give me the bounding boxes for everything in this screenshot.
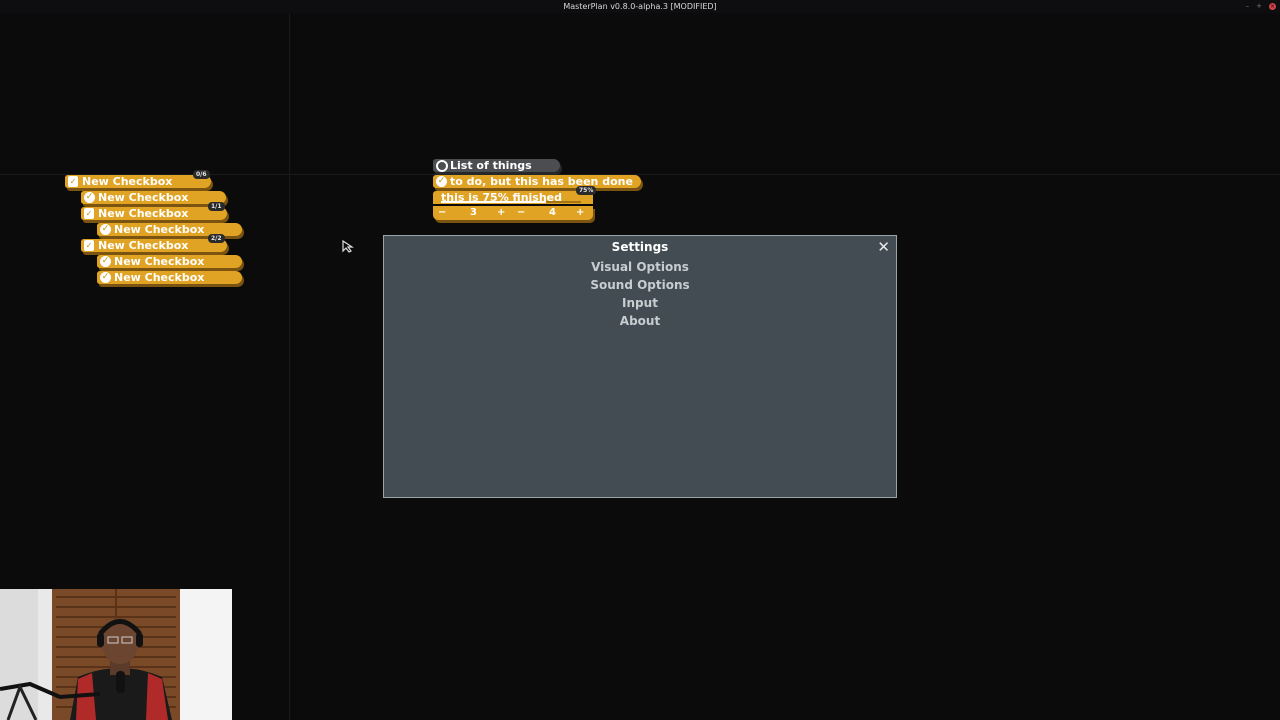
checkmark-icon[interactable]: ✓ bbox=[436, 176, 447, 187]
done-checkbox-card[interactable]: ✓ to do, but this has been done bbox=[433, 175, 641, 188]
progress-percent-badge: 75% bbox=[576, 186, 597, 195]
progress-counter-row: − 3 + − 4 + bbox=[433, 206, 593, 220]
settings-menu-sound-options[interactable]: Sound Options bbox=[384, 276, 896, 294]
decrement-current-button[interactable]: − bbox=[438, 206, 446, 220]
webcam-image bbox=[0, 589, 232, 720]
subtask-count-badge: 1/1 bbox=[208, 202, 225, 211]
maximize-button[interactable]: + bbox=[1256, 0, 1262, 13]
max-value[interactable]: 4 bbox=[549, 206, 556, 220]
increment-current-button[interactable]: + bbox=[497, 206, 505, 220]
close-window-button[interactable]: × bbox=[1269, 3, 1276, 10]
decrement-max-button[interactable]: − bbox=[517, 206, 525, 220]
progress-bar bbox=[441, 201, 581, 203]
progress-card[interactable]: this is 75% finished 75% bbox=[433, 186, 597, 204]
subtask-count-badge: 0/6 bbox=[193, 170, 210, 179]
checkbox-label: New Checkbox bbox=[114, 255, 205, 268]
settings-menu-input[interactable]: Input bbox=[384, 294, 896, 312]
checkbox-card[interactable]: ✓ New Checkbox 0/6 bbox=[65, 170, 211, 188]
canvas-grid-vertical-line bbox=[289, 13, 290, 720]
checkbox-card[interactable]: ✓ New Checkbox 1/1 bbox=[81, 202, 227, 220]
close-icon[interactable]: ✕ bbox=[877, 239, 890, 255]
current-value[interactable]: 3 bbox=[470, 206, 477, 220]
checkbox-card[interactable]: ✓ New Checkbox bbox=[97, 255, 242, 268]
list-title: List of things bbox=[450, 159, 532, 172]
increment-max-button[interactable]: + bbox=[576, 206, 584, 220]
checkmark-icon[interactable]: ✓ bbox=[100, 224, 111, 235]
checkbox-label: New Checkbox bbox=[98, 207, 189, 220]
done-item-label: to do, but this has been done bbox=[450, 175, 633, 188]
doc-check-icon: ✓ bbox=[68, 176, 78, 187]
window-title: MasterPlan v0.8.0-alpha.3 [MODIFIED] bbox=[563, 2, 717, 11]
checkmark-icon[interactable]: ✓ bbox=[84, 192, 95, 203]
webcam-overlay bbox=[0, 589, 232, 720]
checkbox-card[interactable]: ✓ New Checkbox 2/2 bbox=[81, 234, 227, 252]
checkbox-card[interactable]: ✓ New Checkbox bbox=[81, 191, 226, 204]
checkbox-card[interactable]: ✓ New Checkbox bbox=[97, 271, 242, 284]
mouse-cursor-icon bbox=[342, 240, 354, 253]
settings-menu: Visual Options Sound Options Input About bbox=[384, 258, 896, 330]
checkbox-label: New Checkbox bbox=[98, 191, 189, 204]
settings-menu-visual-options[interactable]: Visual Options bbox=[384, 258, 896, 276]
progress-bar-fill bbox=[441, 201, 546, 203]
settings-title: Settings bbox=[611, 240, 669, 254]
subtask-count-badge: 2/2 bbox=[208, 234, 225, 243]
checkmark-icon[interactable]: ✓ bbox=[100, 272, 111, 283]
settings-menu-about[interactable]: About bbox=[384, 312, 896, 330]
checkmark-icon[interactable]: ✓ bbox=[100, 256, 111, 267]
doc-check-icon: ✓ bbox=[84, 240, 94, 251]
unchecked-circle-icon[interactable] bbox=[436, 159, 448, 172]
checkbox-label: New Checkbox bbox=[98, 239, 189, 252]
window-controls: – + × bbox=[1246, 0, 1276, 13]
checkbox-label: New Checkbox bbox=[82, 175, 173, 188]
minimize-button[interactable]: – bbox=[1246, 0, 1250, 13]
window-titlebar: MasterPlan v0.8.0-alpha.3 [MODIFIED] – +… bbox=[0, 0, 1280, 13]
checkbox-label: New Checkbox bbox=[114, 223, 205, 236]
list-title-card[interactable]: List of things bbox=[433, 159, 560, 172]
checkbox-label: New Checkbox bbox=[114, 271, 205, 284]
doc-check-icon: ✓ bbox=[84, 208, 94, 219]
settings-dialog: Settings ✕ Visual Options Sound Options … bbox=[383, 235, 897, 498]
